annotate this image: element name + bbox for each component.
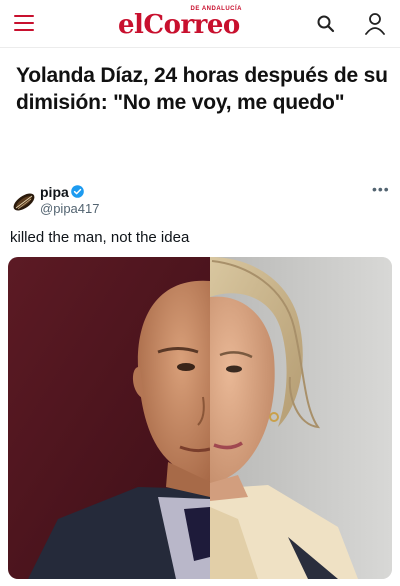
article-headline: Yolanda Díaz, 24 horas después de su dim…	[16, 64, 388, 114]
search-icon[interactable]	[316, 14, 336, 34]
site-header: DE ANDALUCÍA elCorreo	[0, 0, 400, 48]
logo-text: elCorreo	[118, 10, 240, 40]
hamburger-line	[14, 29, 34, 31]
hamburger-line	[14, 22, 34, 24]
more-options-button[interactable]: •••	[372, 182, 392, 196]
site-logo[interactable]: DE ANDALUCÍA elCorreo	[118, 4, 248, 42]
hamburger-line	[14, 15, 34, 17]
tweet-text: killed the man, not the idea	[10, 229, 190, 246]
avatar[interactable]	[10, 188, 38, 216]
verified-badge-icon	[71, 185, 84, 198]
author-handle[interactable]: @pipa417	[40, 201, 99, 216]
menu-button[interactable]	[14, 15, 38, 35]
tweet-media-image[interactable]	[8, 257, 392, 579]
author-name[interactable]: pipa	[40, 184, 69, 200]
user-account-icon[interactable]	[364, 12, 386, 36]
